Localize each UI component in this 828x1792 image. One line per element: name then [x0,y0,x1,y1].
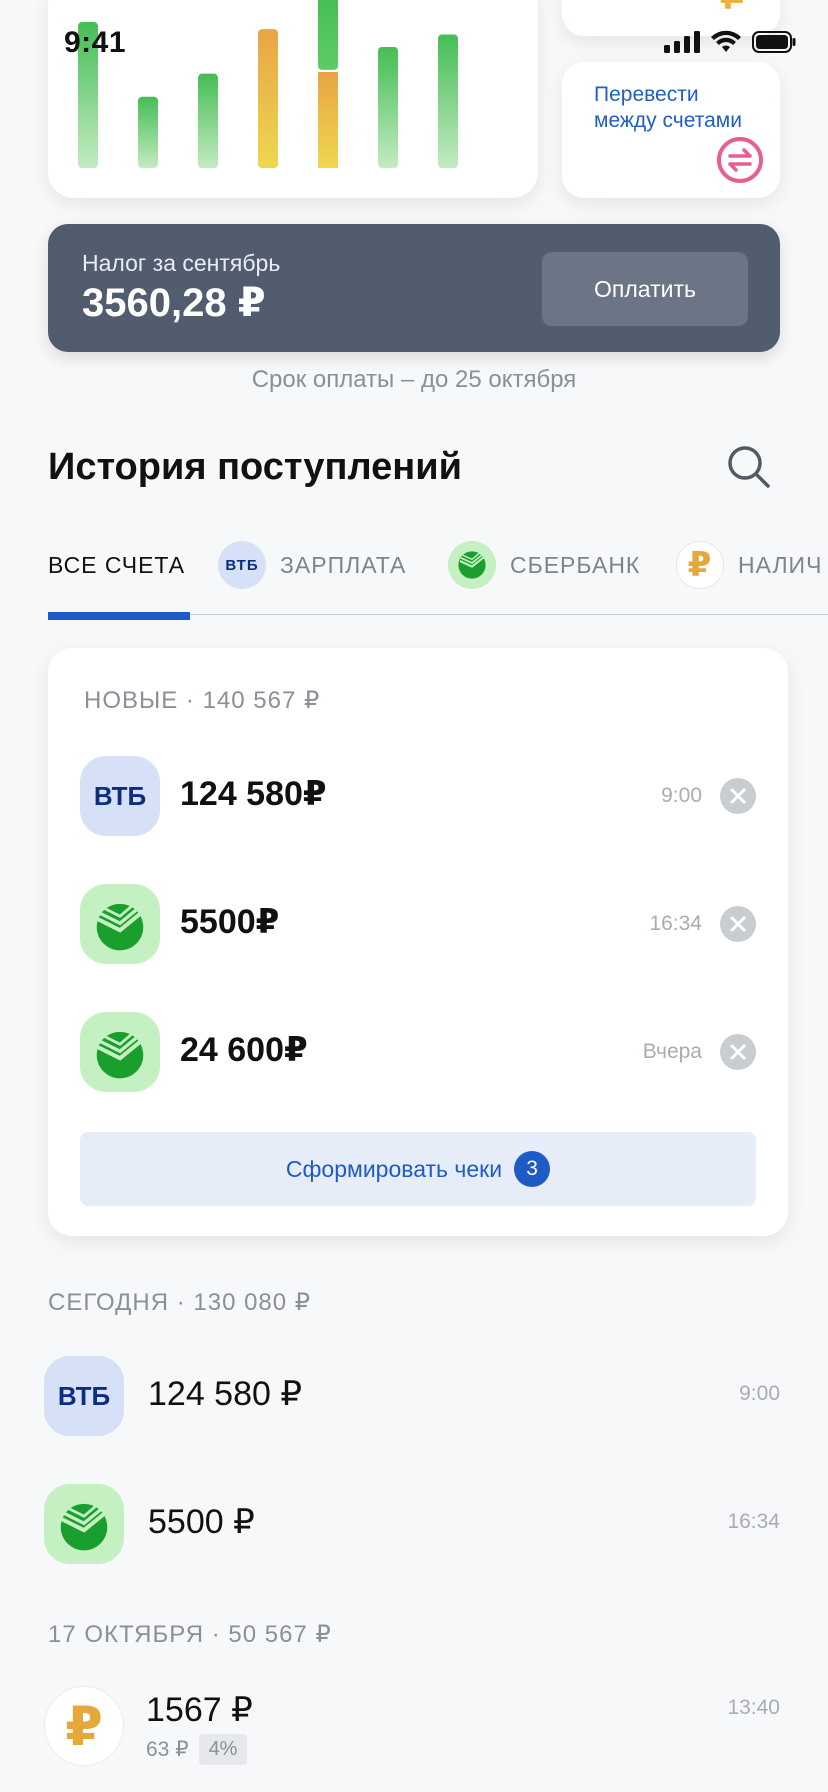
list-item[interactable]: 5500 ₽ 16:34 [44,1484,780,1564]
tab-label: ВСЕ СЧЕТА [48,551,186,578]
transfer-between-accounts-card[interactable]: Перевести между счетами [562,62,780,198]
wifi-icon [711,30,741,52]
new-incomes-card: НОВЫЕ · 140 567 ₽ ВТБ 124 580₽ 9:00 5500… [48,648,788,1236]
chart-bar-segment [318,71,338,168]
income-amount: 5500 ₽ [148,1503,255,1541]
sberbank-logo-icon [80,1012,160,1092]
tax-amount: 3560,28 ₽ [82,281,266,325]
pay-button[interactable]: Оплатить [542,252,748,326]
ruble-icon: ₽ [44,1686,124,1766]
chart-bar [258,29,278,168]
group-header-17-october: 17 ОКТЯБРЯ · 50 567 ₽ [48,1621,332,1648]
sberbank-logo-icon [448,541,496,589]
signal-icon [664,31,700,53]
chart-bar-segment [318,0,338,70]
transfer-arrows-icon [717,137,763,183]
income-time: 9:00 [739,1382,780,1405]
group-header-today: СЕГОДНЯ · 130 080 ₽ [48,1289,312,1316]
list-item[interactable]: ВТБ 124 580 ₽ 9:00 [44,1356,780,1436]
account-tabs: ВСЕ СЧЕТА ВТБ ЗАРПЛАТА СБЕРБАНК ₽ НАЛИЧ [0,536,828,620]
svg-text:₽: ₽ [720,0,748,18]
group-header-new: НОВЫЕ · 140 567 ₽ [84,687,321,714]
tax-detail: 63 ₽ 4% [146,1734,248,1765]
tab-cash[interactable]: ₽ НАЛИЧ [676,536,822,594]
chart-bar [138,96,158,168]
tab-label: СБЕРБАНК [510,551,641,578]
tax-percent-badge: 4% [198,1734,248,1765]
income-time: 13:40 [727,1696,780,1719]
generate-receipts-button[interactable]: Сформировать чеки 3 [80,1132,756,1206]
search-icon[interactable] [726,444,772,490]
screen: ₽ 9:41 Перевести между счетами [0,0,828,1792]
tax-label: Налог за сентябрь [82,250,281,276]
list-item[interactable]: 24 600₽ Вчера [80,1012,756,1092]
list-item[interactable]: ВТБ 124 580₽ 9:00 [80,756,756,836]
sberbank-logo-icon [80,884,160,964]
tab-label: НАЛИЧ [738,551,823,578]
due-date-note: Срок оплаты – до 25 октября [251,366,577,393]
tax-sub-amount: 63 ₽ [146,1738,189,1761]
list-item[interactable]: ₽ 1567 ₽ 13:40 63 ₽ 4% [44,1686,780,1782]
chart-bar [198,73,218,168]
ruble-icon: ₽ [676,541,724,589]
vtb-logo-icon: ВТБ [218,541,266,589]
chart-bar [438,34,458,168]
history-title: История поступлений [48,446,462,488]
active-tab-indicator [48,612,190,620]
income-time: Вчера [642,1040,702,1063]
close-icon[interactable] [720,1034,756,1070]
income-time: 9:00 [661,784,702,807]
vtb-logo-icon: ВТБ [44,1356,124,1436]
income-amount: 124 580₽ [180,775,327,813]
sberbank-logo-icon [44,1484,124,1564]
income-amount: 1567 ₽ [146,1691,253,1729]
income-amount: 124 580 ₽ [148,1375,302,1413]
tab-salary[interactable]: ВТБ ЗАРПЛАТА [218,536,406,594]
tab-sberbank[interactable]: СБЕРБАНК [448,536,640,594]
status-time: 9:41 [64,26,127,59]
close-icon[interactable] [720,906,756,942]
tab-label: ЗАРПЛАТА [280,551,407,578]
battery-icon [752,31,796,53]
income-time: 16:34 [649,912,702,935]
list-item[interactable]: 5500₽ 16:34 [80,884,756,964]
receipts-count-badge: 3 [514,1151,551,1187]
transfer-label: Перевести между счетами [594,83,742,132]
tax-card: Налог за сентябрь 3560,28 ₽ Оплатить [48,224,780,352]
tab-all-accounts[interactable]: ВСЕ СЧЕТА [48,536,185,594]
status-icons [664,30,796,54]
income-time: 16:34 [727,1510,780,1533]
close-icon[interactable] [720,778,756,814]
chart-bar [378,46,398,168]
generate-receipts-label: Сформировать чеки [285,1155,503,1182]
income-amount: 24 600₽ [180,1031,308,1069]
income-amount: 5500₽ [180,903,280,941]
vtb-logo-icon: ВТБ [80,756,160,836]
